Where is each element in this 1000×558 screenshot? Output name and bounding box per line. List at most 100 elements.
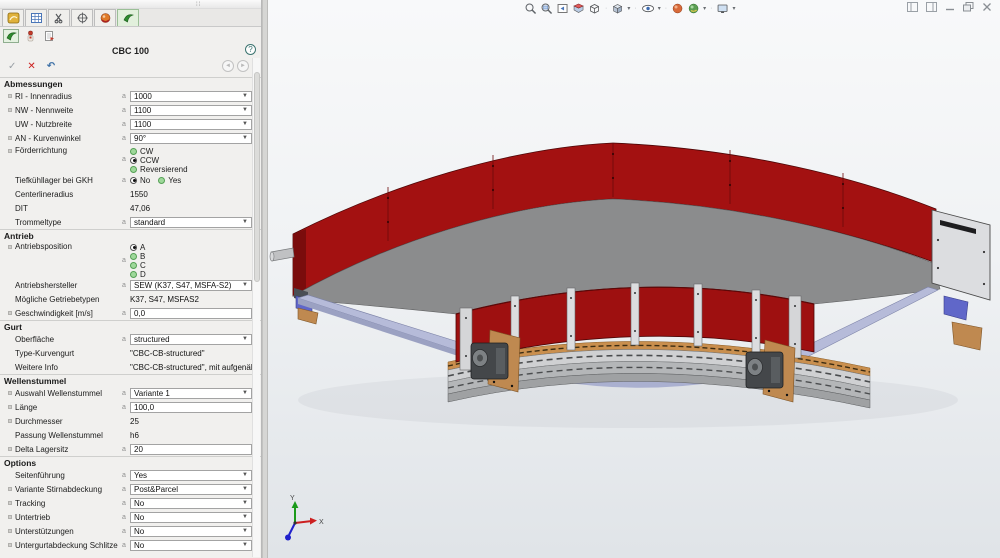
tab-featuremanager[interactable] — [2, 9, 24, 26]
y-axis-arrow — [292, 501, 299, 508]
conveyor-3d-model[interactable]: Y X — [268, 0, 1000, 558]
chevron-down-icon: ▼ — [242, 121, 248, 127]
nav-buttons: ◄ ► — [222, 60, 249, 72]
left-end-foot[interactable] — [298, 308, 318, 324]
parameter-form: Abmessungen RI - Innenradius a1000▼ NW -… — [0, 75, 261, 552]
radio-icon[interactable] — [130, 271, 137, 278]
param-link-icon — [8, 136, 12, 140]
tab-cutlist[interactable] — [48, 9, 70, 26]
report-icon[interactable] — [41, 29, 57, 43]
radio-cw[interactable]: CW — [130, 147, 188, 155]
param-link-icon — [8, 311, 12, 315]
right-end-foot[interactable] — [952, 322, 982, 350]
antriebshersteller-select[interactable]: SEW (K37, S47, MSFA-S2)▼ — [130, 280, 252, 291]
panel-toolbar — [0, 27, 261, 43]
chevron-down-icon: ▼ — [242, 135, 248, 141]
right-end-bearing-block[interactable] — [944, 296, 968, 320]
tab-configurator[interactable] — [117, 9, 139, 26]
untergurtabdeckung-select[interactable]: No▼ — [130, 540, 252, 551]
cancel-button[interactable]: ✕ — [27, 61, 35, 72]
field-oberflaeche: Oberfläche astructured▼ — [0, 332, 261, 346]
gearbox — [771, 357, 780, 383]
field-uw-nutzbreite: UW - Nutzbreite a1100▼ — [0, 117, 261, 131]
field-centerlineradius: Centerlineradius 1550 — [0, 187, 261, 201]
radio-selected-icon[interactable] — [130, 177, 137, 184]
page-title: CBC 100 — [112, 46, 149, 56]
radio-icon[interactable] — [130, 253, 137, 260]
unterstuetzungen-select[interactable]: No▼ — [130, 526, 252, 537]
section-header: Abmessungen — [0, 78, 261, 89]
chevron-down-icon: ▼ — [242, 500, 248, 506]
x-axis-label: X — [319, 519, 324, 526]
back-button[interactable]: ◄ — [222, 60, 234, 72]
field-trommeltype: Trommeltype astandard▼ — [0, 215, 261, 229]
radio-icon[interactable] — [130, 166, 137, 173]
chevron-down-icon: ▼ — [242, 542, 248, 548]
wellenstummel-select[interactable]: Variante 1▼ — [130, 388, 252, 399]
radio-position-a[interactable]: A — [130, 243, 146, 251]
radio-yes[interactable]: Yes — [158, 176, 181, 184]
radio-icon[interactable] — [158, 177, 165, 184]
ri-innenradius-select[interactable]: 1000▼ — [130, 91, 252, 102]
field-antriebsposition: Antriebsposition a A B C D — [0, 241, 261, 278]
panel-scrollbar[interactable] — [252, 58, 260, 557]
link-icon: a — [122, 135, 127, 142]
link-icon: a — [122, 107, 127, 114]
uw-nutzbreite-select[interactable]: 1100▼ — [130, 119, 252, 130]
link-icon: a — [122, 121, 127, 128]
panel-grip-handle[interactable]: ⁞⁞ — [196, 2, 201, 8]
radio-position-b[interactable]: B — [130, 252, 146, 260]
motor-shaft — [752, 364, 758, 371]
tab-dimxpert[interactable] — [94, 9, 116, 26]
oberflaeche-select[interactable]: structured▼ — [130, 334, 252, 345]
component-icon[interactable] — [22, 29, 38, 43]
property-header: CBC 100 ? — [0, 43, 261, 58]
graphics-viewport[interactable]: · ▾ · ▾ · ▾ · ▾ — [268, 0, 1000, 558]
untertrieb-select[interactable]: No▼ — [130, 512, 252, 523]
radio-selected-icon[interactable] — [130, 157, 137, 164]
param-link-icon — [8, 543, 12, 547]
radio-icon[interactable] — [130, 262, 137, 269]
radio-ccw[interactable]: CCW — [130, 156, 188, 164]
radio-reversierend[interactable]: Reversierend — [130, 165, 188, 173]
scrollbar-thumb[interactable] — [254, 72, 260, 282]
getriebetypen-value: K37, S47, MSFAS2 — [130, 295, 199, 304]
trommeltype-select[interactable]: standard▼ — [130, 217, 252, 228]
radio-no[interactable]: No — [130, 176, 150, 184]
stirnabdeckung-select[interactable]: Post&Parcel▼ — [130, 484, 252, 495]
shaft-stub[interactable] — [271, 248, 294, 261]
x-axis-arrow — [310, 518, 317, 525]
param-link-icon — [8, 245, 12, 249]
link-icon: a — [122, 257, 127, 264]
link-icon: a — [122, 542, 127, 549]
tab-configuration[interactable] — [71, 9, 93, 26]
link-icon: a — [122, 310, 127, 317]
an-kurvenwinkel-select[interactable]: 90°▼ — [130, 133, 252, 144]
chevron-down-icon: ▼ — [242, 472, 248, 478]
field-stirnabdeckung: Variante Stirnabdeckung aPost&Parcel▼ — [0, 482, 261, 496]
geschwindigkeit-input[interactable]: 0,0 — [130, 308, 252, 319]
radio-icon[interactable] — [130, 148, 137, 155]
laenge-input[interactable]: 100,0 — [130, 402, 252, 413]
help-icon[interactable]: ? — [245, 44, 256, 55]
delta-lagersitz-input[interactable]: 20 — [130, 444, 252, 455]
durchmesser-value: 25 — [130, 417, 139, 426]
radio-selected-icon[interactable] — [130, 244, 137, 251]
radio-position-d[interactable]: D — [130, 270, 146, 278]
undo-button[interactable]: ↶ — [47, 61, 55, 72]
tab-table[interactable] — [25, 9, 47, 26]
forward-button[interactable]: ► — [237, 60, 249, 72]
seitenfuehrung-select[interactable]: Yes▼ — [130, 470, 252, 481]
tracking-select[interactable]: No▼ — [130, 498, 252, 509]
field-untergurtabdeckung: Untergurtabdeckung Schlitze aNo▼ — [0, 538, 261, 552]
configurator-icon[interactable] — [3, 29, 19, 43]
field-unterstuetzungen: Unterstützungen aNo▼ — [0, 524, 261, 538]
ok-button[interactable]: ✓ — [8, 61, 16, 72]
nw-nennweite-select[interactable]: 1100▼ — [130, 105, 252, 116]
param-link-icon — [8, 487, 12, 491]
radio-position-c[interactable]: C — [130, 261, 146, 269]
link-icon: a — [122, 156, 127, 163]
triad-origin — [293, 521, 296, 524]
chevron-down-icon: ▼ — [242, 514, 248, 520]
link-icon: a — [122, 282, 127, 289]
